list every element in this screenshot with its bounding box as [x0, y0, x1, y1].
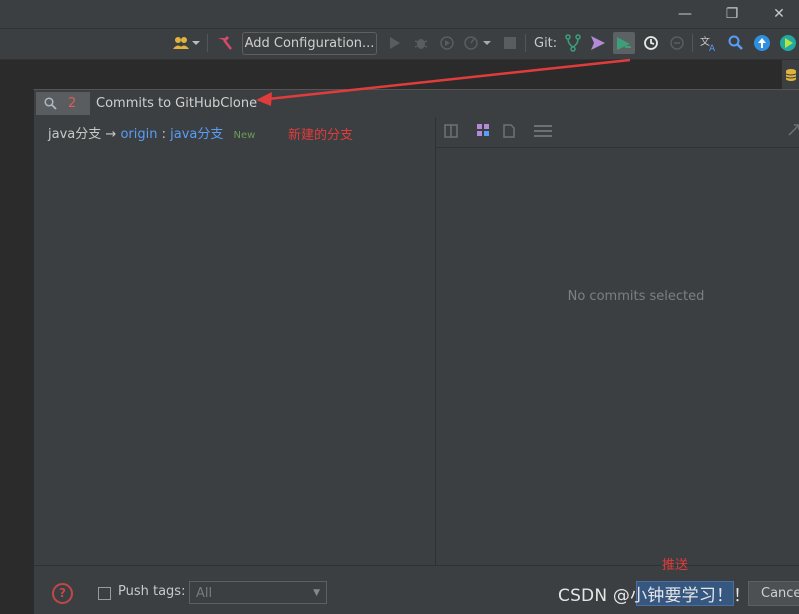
history-icon[interactable] [643, 35, 659, 51]
run-icon[interactable] [389, 36, 401, 50]
minimize-icon[interactable]: — [674, 4, 696, 24]
annotation-push: 推送 [662, 558, 689, 573]
hammer-icon[interactable] [215, 34, 233, 52]
tags-select[interactable]: All ▼ [189, 581, 327, 604]
profiler-icon[interactable] [463, 35, 491, 51]
editor-left-gutter [0, 60, 33, 612]
git-push-button[interactable] [613, 32, 635, 54]
file-icon[interactable] [503, 124, 515, 138]
commit-details-pane: No commits selected [436, 117, 799, 565]
details-toolbar [436, 117, 799, 148]
window-titlebar: — ❐ ✕ [0, 0, 799, 28]
search-icon [44, 97, 57, 110]
new-branch-badge: New [233, 130, 256, 141]
commit-count: 2 [68, 96, 77, 111]
debug-icon[interactable] [414, 35, 428, 51]
tags-select-value: All [196, 586, 213, 601]
git-label: Git: [534, 36, 558, 51]
remote-name-link[interactable]: origin [120, 127, 157, 142]
layout-icon[interactable] [534, 124, 552, 138]
remote-branch-link[interactable]: java分支 [170, 127, 223, 142]
restore-icon[interactable]: ❐ [721, 4, 743, 24]
arrow-icon: → [105, 127, 117, 142]
close-icon[interactable]: ✕ [768, 4, 790, 24]
git-push-arrow-icon[interactable] [590, 35, 606, 51]
dialog-title: Commits to GitHubClone [96, 96, 258, 111]
diff-icon[interactable] [444, 124, 458, 138]
user-group-icon[interactable] [172, 35, 200, 51]
stop-icon[interactable] [504, 37, 516, 49]
toolbar-separator [692, 34, 693, 52]
git-branch-icon[interactable] [565, 34, 581, 52]
git-push-icon [617, 37, 631, 50]
watermark-text: CSDN @小钟要学习！！ [558, 586, 751, 606]
run-coverage-icon[interactable] [440, 36, 454, 50]
remote-separator: : [161, 127, 166, 142]
update-icon[interactable] [753, 34, 771, 52]
group-by-icon[interactable] [476, 123, 492, 139]
rollback-icon[interactable] [669, 35, 685, 51]
empty-state-text: No commits selected [567, 289, 705, 304]
cancel-button[interactable]: Cance [748, 581, 799, 606]
push-targets-pane: java分支 → origin : java分支 New 新建的分支 [34, 117, 436, 565]
toolbar-separator [525, 34, 526, 52]
svg-text:A: A [709, 44, 716, 52]
search-icon[interactable] [728, 35, 744, 51]
expand-icon[interactable] [788, 124, 799, 136]
help-icon[interactable]: ? [52, 583, 73, 604]
add-configuration-button[interactable]: Add Configuration... [242, 32, 377, 55]
database-icon[interactable] [785, 68, 797, 82]
annotation-new-branch: 新建的分支 [288, 128, 354, 143]
translate-icon[interactable]: 文A [700, 34, 718, 52]
push-tags-checkbox[interactable] [98, 587, 111, 600]
toolbar-separator [207, 34, 208, 52]
chevron-down-icon: ▼ [313, 588, 320, 598]
branch-mapping-row[interactable]: java分支 → origin : java分支 New [48, 126, 255, 145]
plugin-icon[interactable] [779, 34, 797, 52]
push-commits-dialog: 2 Commits to GitHubClone java分支 → origin… [33, 89, 799, 614]
commit-search-field[interactable] [36, 92, 90, 115]
dialog-header: 2 Commits to GitHubClone [34, 90, 799, 116]
local-branch-name: java分支 [48, 127, 102, 142]
push-tags-label: Push tags: [118, 584, 186, 599]
